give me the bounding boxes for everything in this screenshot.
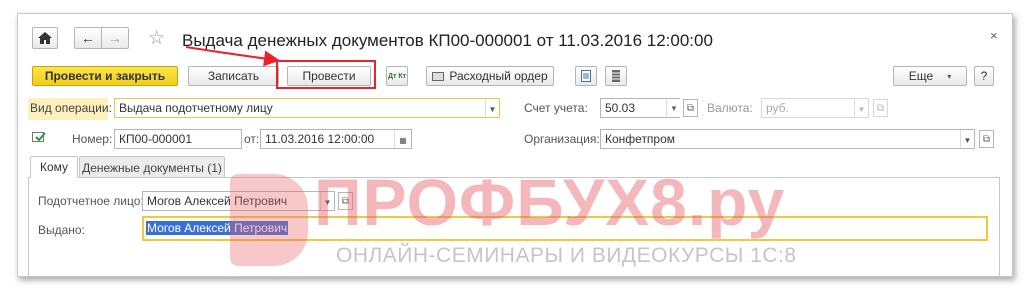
annotation-arrow xyxy=(185,46,280,67)
tab-komu[interactable]: Кому xyxy=(30,156,78,178)
